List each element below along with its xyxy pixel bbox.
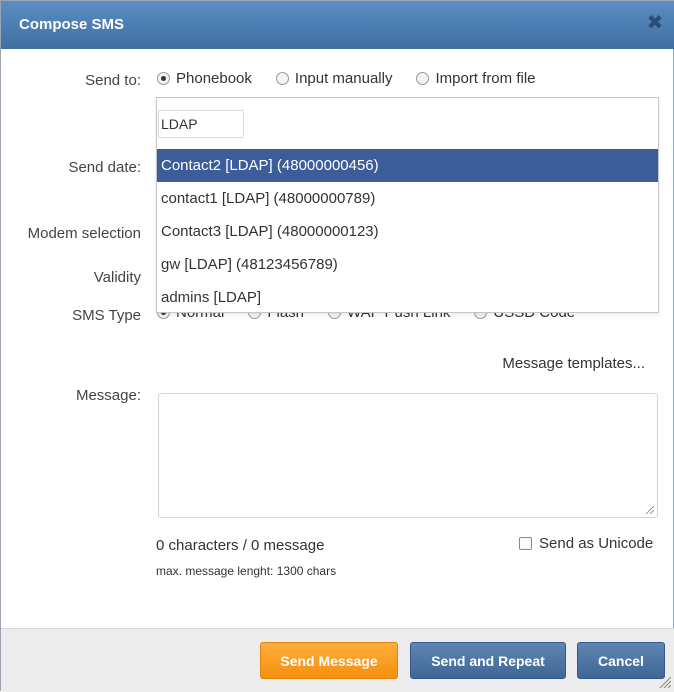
radio-button-icon[interactable] (157, 72, 170, 85)
radio-phonebook[interactable]: Phonebook (157, 70, 252, 87)
radio-button-icon[interactable] (416, 72, 430, 85)
character-count: 0 characters / 0 message (156, 537, 325, 554)
cancel-button[interactable]: Cancel (577, 642, 665, 679)
send-message-button[interactable]: Send Message (260, 642, 398, 679)
message-label: Message: (75, 387, 141, 404)
phonebook-option[interactable]: contact1 [LDAP] (48000000789) (157, 182, 658, 215)
radio-phonebook-label: Phonebook (176, 70, 252, 87)
send-date-label: Send date: (68, 159, 141, 176)
phonebook-option[interactable]: Contact2 [LDAP] (48000000456) (157, 149, 658, 182)
send-to-radio-group: Phonebook Input manually Import from fil… (157, 70, 560, 87)
radio-import-from-file-label: Import from file (435, 70, 536, 87)
dialog-titlebar[interactable]: Compose SMS ✖ (1, 1, 674, 49)
phonebook-option-list: Contact2 [LDAP] (48000000456) contact1 [… (157, 149, 658, 314)
radio-input-manually-label: Input manually (294, 70, 393, 87)
checkbox-icon[interactable] (519, 537, 532, 550)
resize-grip-icon[interactable] (644, 504, 654, 514)
send-as-unicode-label: Send as Unicode (539, 535, 654, 552)
dialog-title: Compose SMS (19, 16, 125, 33)
message-templates-link[interactable]: Message templates... (502, 355, 645, 372)
sms-type-label: SMS Type (72, 307, 141, 324)
message-textarea[interactable] (158, 393, 658, 518)
max-length-note: max. message lenght: 1300 chars (156, 564, 337, 578)
dialog-footer: Send Message Send and Repeat Cancel (1, 628, 674, 692)
compose-sms-dialog: Compose SMS ✖ Send to: Phonebook Input m… (0, 0, 674, 692)
phonebook-option[interactable]: Contact3 [LDAP] (48000000123) (157, 215, 658, 248)
resize-corner-icon[interactable] (659, 676, 671, 688)
send-as-unicode-checkbox[interactable]: Send as Unicode (519, 535, 653, 552)
radio-input-manually[interactable]: Input manually (275, 70, 393, 87)
modem-selection-label: Modem selection (27, 225, 141, 242)
radio-button-icon[interactable] (275, 72, 289, 85)
phonebook-option[interactable]: admins [LDAP] (157, 281, 658, 314)
phonebook-search-input[interactable] (158, 110, 244, 138)
close-icon[interactable]: ✖ (645, 13, 665, 33)
phonebook-option[interactable]: gw [LDAP] (48123456789) (157, 248, 658, 281)
send-to-label: Send to: (85, 72, 141, 89)
validity-label: Validity (93, 269, 141, 286)
send-and-repeat-button[interactable]: Send and Repeat (410, 642, 566, 679)
radio-import-from-file[interactable]: Import from file (416, 70, 536, 87)
phonebook-dropdown[interactable]: Contact2 [LDAP] (48000000456) contact1 [… (156, 97, 659, 313)
